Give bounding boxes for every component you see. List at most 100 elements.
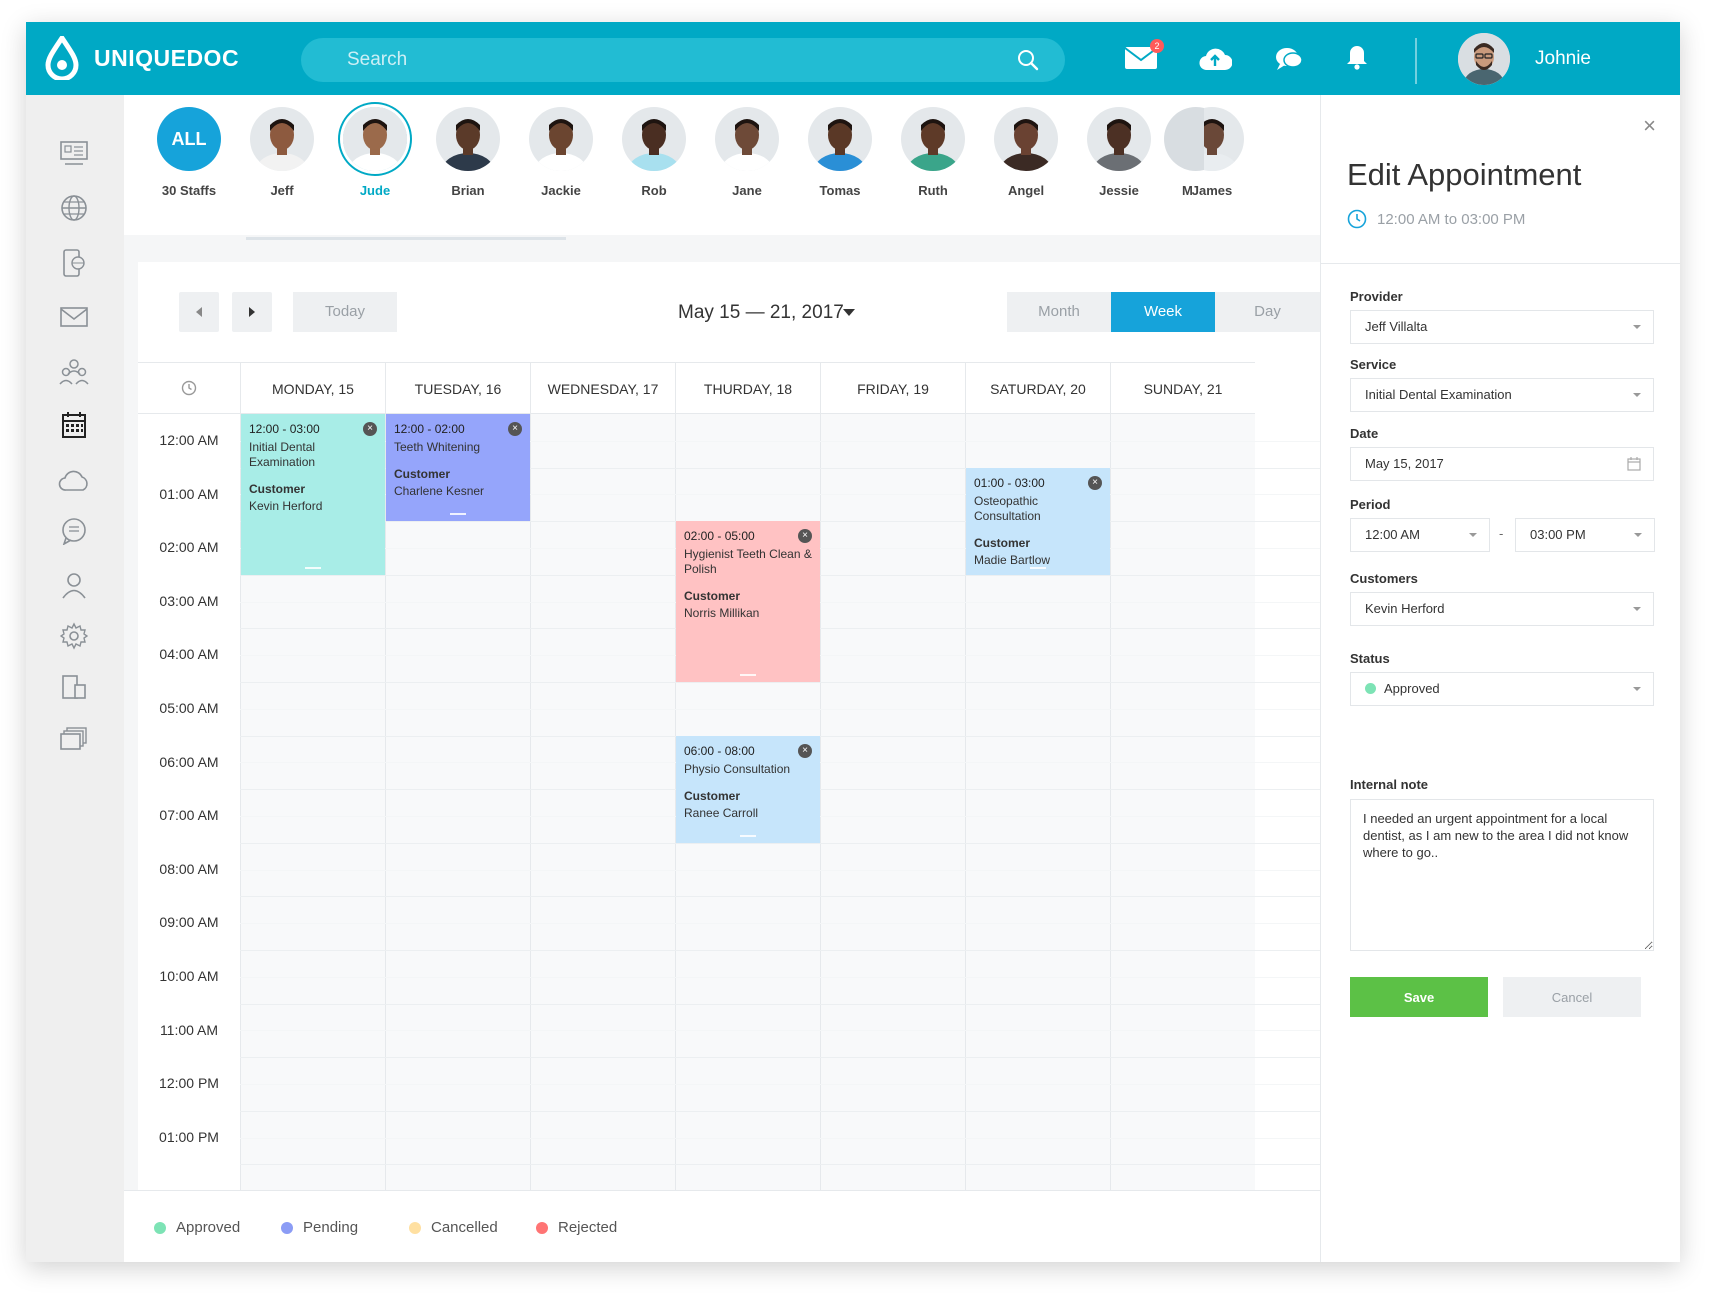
time-label: 12:00 PM bbox=[159, 1075, 219, 1092]
sidebar-item-staff[interactable] bbox=[56, 353, 92, 389]
chevron-down-icon[interactable] bbox=[843, 309, 855, 316]
period-start-select[interactable]: 12:00 AM bbox=[1350, 518, 1490, 552]
envelope-icon bbox=[60, 307, 88, 327]
notifications-button[interactable] bbox=[1346, 44, 1368, 75]
staff-jude[interactable]: Jude bbox=[330, 107, 420, 198]
time-label: 04:00 AM bbox=[159, 646, 219, 663]
period-end-select[interactable]: 03:00 PM bbox=[1515, 518, 1655, 552]
service-select[interactable]: Initial Dental Examination bbox=[1350, 378, 1654, 412]
appointment-service: Teeth Whitening bbox=[394, 440, 481, 454]
remove-appointment-icon[interactable]: × bbox=[508, 422, 522, 436]
period-end-value: 03:00 PM bbox=[1530, 527, 1586, 542]
user-name[interactable]: Johnie bbox=[1535, 48, 1591, 70]
day-column[interactable] bbox=[385, 414, 530, 1222]
view-month-button[interactable]: Month bbox=[1007, 292, 1111, 332]
date-range-title[interactable]: May 15 — 21, 2017 bbox=[678, 302, 844, 324]
staff-jeff[interactable]: Jeff bbox=[237, 107, 327, 198]
staff-partial[interactable]: M bbox=[1164, 107, 1204, 198]
chevron-right-icon bbox=[249, 307, 255, 317]
person-icon bbox=[62, 573, 86, 599]
status-label: Status bbox=[1350, 651, 1390, 666]
today-button[interactable]: Today bbox=[293, 292, 397, 332]
day-column[interactable] bbox=[1110, 414, 1255, 1222]
legend-label: Rejected bbox=[558, 1219, 618, 1236]
appointment-card[interactable]: 01:00 - 03:00 Osteopathic Consultation Cus… bbox=[966, 467, 1110, 575]
customers-label: Customers bbox=[1350, 571, 1418, 586]
week-grid: MONDAY, 15 TUESDAY, 16 WEDNESDAY, 17 THURDA… bbox=[138, 362, 1320, 1222]
remove-appointment-icon[interactable]: × bbox=[363, 422, 377, 436]
appointment-card[interactable]: 02:00 - 05:00 Hygienist Teeth Clean & Pol… bbox=[676, 521, 820, 682]
staff-ruth[interactable]: Ruth bbox=[888, 107, 978, 198]
all-staff-button[interactable]: ALL bbox=[157, 107, 221, 171]
appointment-card[interactable]: 06:00 - 08:00 Physio Consultation Customer… bbox=[676, 735, 820, 843]
day-column[interactable] bbox=[820, 414, 965, 1222]
staff-tomas[interactable]: Tomas bbox=[795, 107, 885, 198]
customer-label: Customer bbox=[974, 535, 1031, 550]
sidebar-item-mail[interactable] bbox=[56, 299, 92, 335]
status-value: Approved bbox=[1384, 681, 1440, 696]
cancel-button[interactable]: Cancel bbox=[1503, 977, 1641, 1017]
hour-line bbox=[240, 682, 1320, 683]
appointment-card[interactable]: 12:00 - 02:00 Teeth Whitening Customer Char… bbox=[386, 414, 530, 522]
view-day-button[interactable]: Day bbox=[1215, 292, 1320, 332]
provider-select[interactable]: Jeff Villalta bbox=[1350, 310, 1654, 344]
remove-appointment-icon[interactable]: × bbox=[1088, 475, 1102, 490]
staff-rob[interactable]: Rob bbox=[609, 107, 699, 198]
sidebar-item-mobile-web[interactable] bbox=[56, 245, 92, 281]
resize-handle[interactable] bbox=[740, 673, 756, 676]
user-avatar-image bbox=[1458, 33, 1510, 85]
sidebar-item-settings[interactable] bbox=[56, 618, 92, 654]
calendar-icon[interactable] bbox=[1627, 457, 1641, 471]
customers-select[interactable]: Kevin Herford bbox=[1350, 592, 1654, 626]
view-week-button[interactable]: Week bbox=[1111, 292, 1215, 332]
sidebar-item-messages[interactable] bbox=[56, 513, 92, 549]
remove-appointment-icon[interactable]: × bbox=[798, 743, 812, 758]
next-week-button[interactable] bbox=[232, 292, 272, 332]
legend-label: Cancelled bbox=[431, 1219, 498, 1236]
search-bar[interactable] bbox=[301, 38, 1065, 82]
sidebar-item-web[interactable] bbox=[56, 190, 92, 226]
staff-all[interactable]: ALL 30 Staffs bbox=[144, 107, 234, 198]
internal-note-textarea[interactable]: I needed an urgent appointment for a loc… bbox=[1350, 799, 1654, 951]
staff-jane[interactable]: Jane bbox=[702, 107, 792, 198]
sidebar-item-dashboard[interactable] bbox=[56, 135, 92, 171]
clock-icon bbox=[181, 380, 197, 396]
save-button[interactable]: Save bbox=[1350, 977, 1488, 1017]
resize-handle[interactable] bbox=[305, 566, 321, 569]
user-avatar[interactable] bbox=[1458, 33, 1510, 85]
staff-jackie[interactable]: Jackie bbox=[516, 107, 606, 198]
sidebar-item-calendar[interactable] bbox=[56, 407, 92, 443]
staff-strip-scrollbar[interactable] bbox=[246, 237, 566, 240]
staff-jessie[interactable]: Jessie bbox=[1074, 107, 1164, 198]
staff-angel[interactable]: Angel bbox=[981, 107, 1071, 198]
logo[interactable]: UNIQUEDOC bbox=[44, 36, 239, 80]
legend-item: Approved bbox=[154, 1219, 240, 1236]
close-icon[interactable]: × bbox=[1643, 113, 1656, 139]
day-column[interactable] bbox=[530, 414, 675, 1222]
hour-line bbox=[240, 896, 1320, 898]
status-select[interactable]: Approved bbox=[1350, 672, 1654, 706]
sidebar-item-cloud[interactable] bbox=[56, 462, 92, 498]
mail-button[interactable]: 2 bbox=[1124, 39, 1164, 75]
appointment-card[interactable]: 12:00 - 03:00 Initial Dental Examination C… bbox=[241, 414, 385, 575]
sidebar-item-gallery[interactable] bbox=[56, 721, 92, 757]
search-input[interactable] bbox=[301, 38, 1001, 82]
resize-handle[interactable] bbox=[450, 513, 466, 516]
prev-week-button[interactable] bbox=[179, 292, 219, 332]
resize-handle[interactable] bbox=[1030, 566, 1046, 569]
top-bar: UNIQUEDOC 2 bbox=[26, 22, 1680, 95]
resize-handle[interactable] bbox=[740, 834, 756, 837]
upload-button[interactable] bbox=[1198, 46, 1233, 77]
staff-name: Ruth bbox=[918, 183, 948, 198]
chat-button[interactable] bbox=[1274, 46, 1304, 77]
search-icon[interactable] bbox=[1017, 49, 1039, 71]
calendar-panel: Today May 15 — 21, 2017 Month Week Day M… bbox=[138, 262, 1320, 1262]
sidebar-item-devices[interactable] bbox=[56, 669, 92, 705]
cloud-icon bbox=[58, 470, 88, 491]
sidebar-item-profile[interactable] bbox=[56, 567, 92, 603]
date-field[interactable]: May 15, 2017 bbox=[1350, 447, 1654, 481]
legend-item: Rejected bbox=[536, 1219, 617, 1236]
staff-brian[interactable]: Brian bbox=[423, 107, 513, 198]
mail-badge: 2 bbox=[1150, 39, 1164, 53]
cloud-upload-icon bbox=[1199, 48, 1233, 71]
